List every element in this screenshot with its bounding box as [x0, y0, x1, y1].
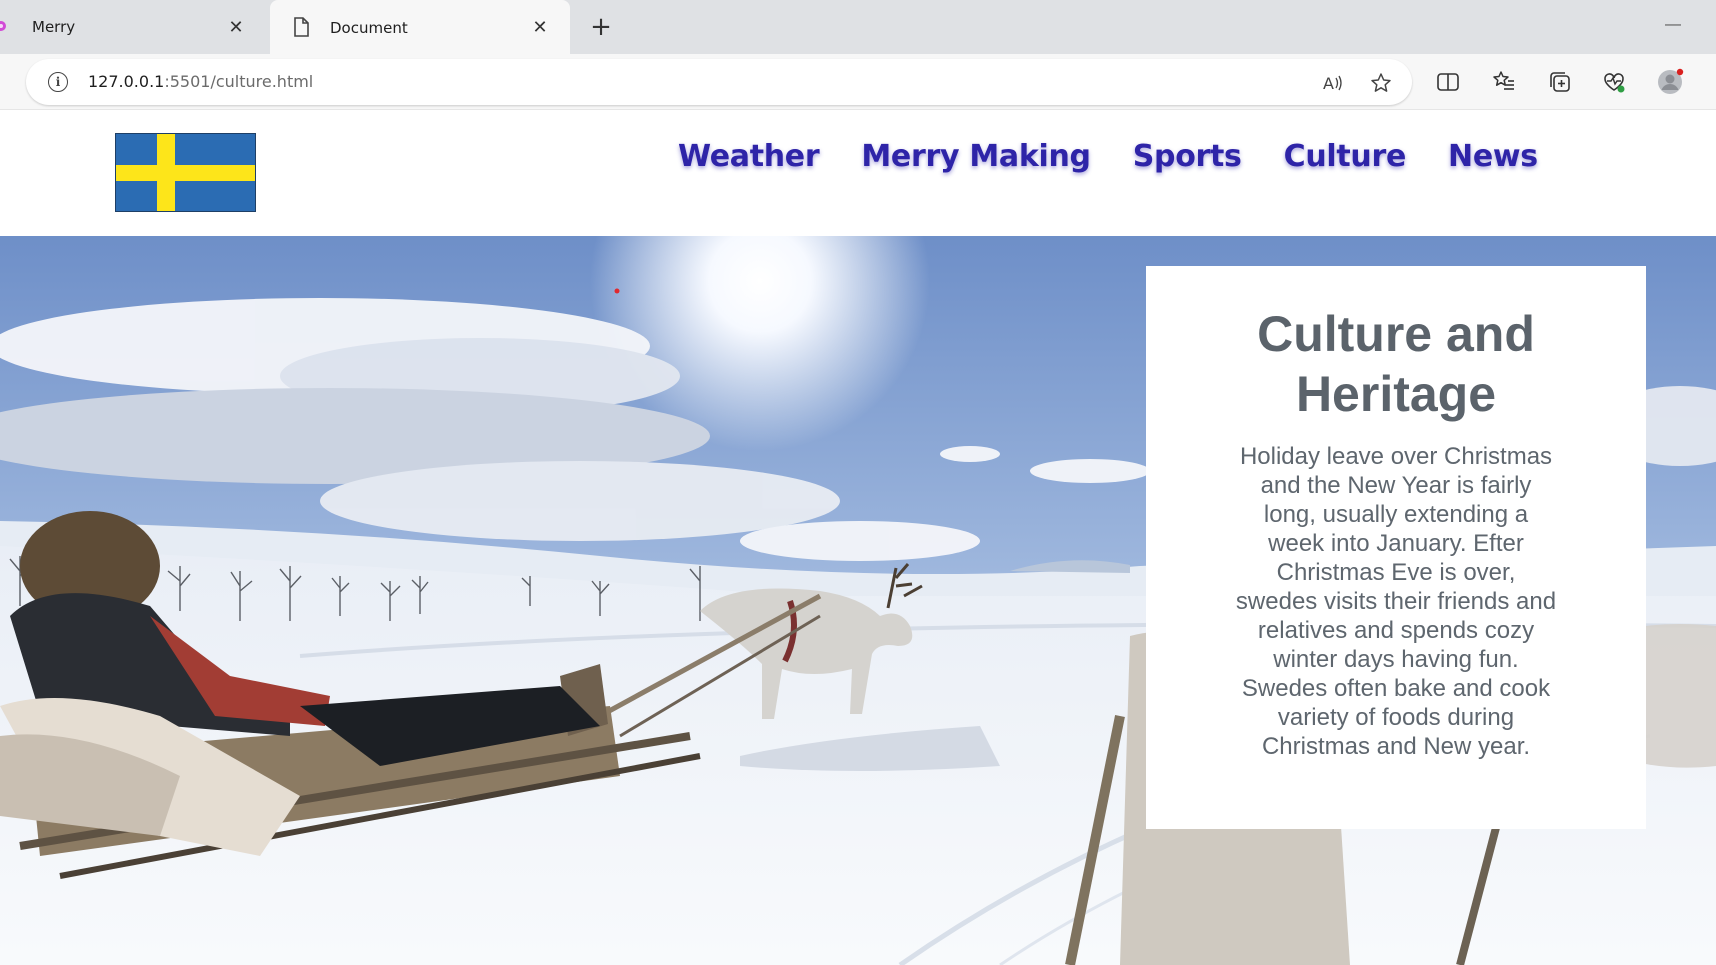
card-body: Holiday leave over Christmas and the New… — [1235, 443, 1557, 760]
svg-text:A: A — [1323, 74, 1334, 93]
browser-tab-strip: Merry ✕ Document ✕ + — — [0, 0, 1716, 56]
site-header: Weather Merry Making Sports Culture News — [0, 111, 1716, 236]
culture-info-card: Culture and Heritage Holiday leave over … — [1146, 266, 1646, 829]
flag-cross-horizontal — [116, 165, 255, 181]
nav-culture[interactable]: Culture — [1284, 139, 1407, 174]
nav-news[interactable]: News — [1448, 139, 1538, 174]
browser-essentials-icon[interactable] — [1602, 70, 1626, 94]
red-dot — [614, 288, 620, 294]
tab-title: Merry — [32, 18, 76, 36]
close-tab-icon[interactable]: ✕ — [530, 17, 550, 38]
browser-toolbar: i 127.0.0.1:5501/culture.html A — [0, 54, 1716, 110]
nav-sports[interactable]: Sports — [1133, 139, 1242, 174]
main-nav: Weather Merry Making Sports Culture News — [678, 139, 1538, 174]
hero-section: Culture and Heritage Holiday leave over … — [0, 236, 1716, 965]
tab-title: Document — [330, 19, 408, 37]
address-bar[interactable]: i 127.0.0.1:5501/culture.html A — [26, 59, 1412, 105]
tab-favicon-icon — [0, 21, 6, 31]
split-screen-icon[interactable] — [1436, 70, 1460, 94]
url-path: :5501/culture.html — [164, 72, 314, 91]
nav-weather[interactable]: Weather — [678, 139, 820, 174]
collections-icon[interactable] — [1548, 70, 1572, 94]
minimize-window-icon[interactable]: — — [1665, 16, 1681, 33]
url-text[interactable]: 127.0.0.1:5501/culture.html — [88, 72, 313, 91]
tab-merry[interactable]: Merry ✕ — [0, 0, 266, 54]
tab-document[interactable]: Document ✕ — [270, 0, 570, 56]
read-aloud-icon[interactable]: A — [1322, 72, 1344, 94]
sweden-flag-logo[interactable] — [115, 133, 256, 212]
card-title: Culture and Heritage — [1257, 306, 1535, 422]
favorite-star-icon[interactable] — [1370, 72, 1392, 94]
url-host: 127.0.0.1 — [88, 72, 165, 91]
document-icon — [294, 17, 309, 37]
site-info-icon[interactable]: i — [48, 72, 68, 92]
favorites-icon[interactable] — [1492, 70, 1516, 94]
new-tab-button[interactable]: + — [588, 12, 614, 42]
profile-icon[interactable] — [1656, 68, 1684, 96]
nav-merry-making[interactable]: Merry Making — [861, 139, 1091, 174]
close-tab-icon[interactable]: ✕ — [226, 17, 246, 38]
